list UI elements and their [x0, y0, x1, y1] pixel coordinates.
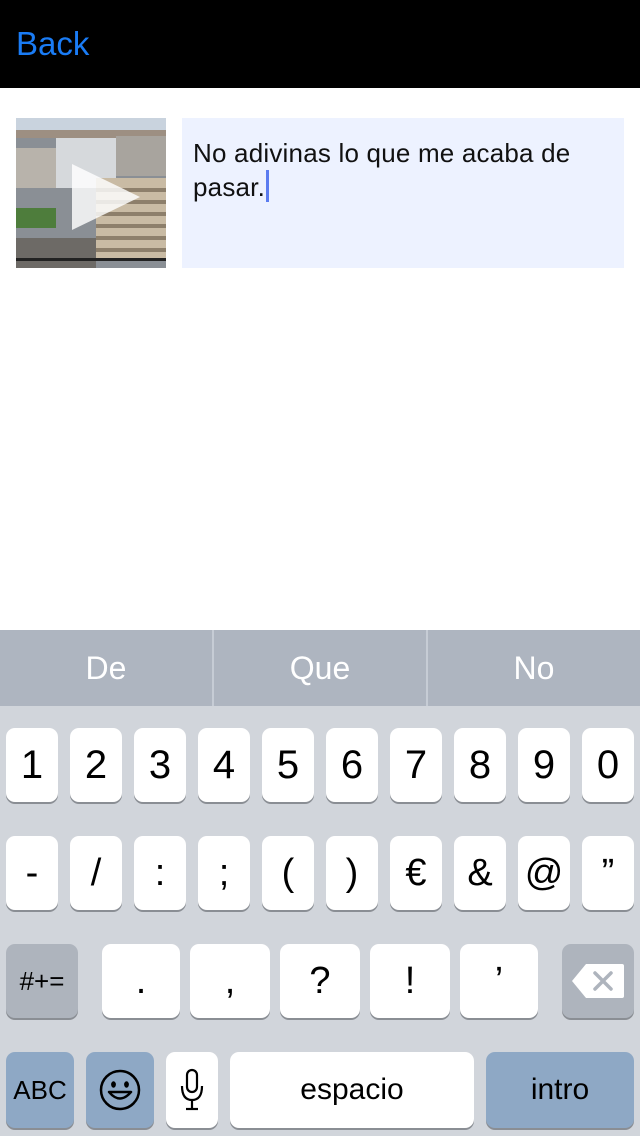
keyboard: De Que No 1 2 3 4 5 6 7 8 9 0 - / : ; ( … [0, 630, 640, 1136]
suggestion-bar: De Que No [0, 630, 640, 706]
suggestion-no[interactable]: No [426, 630, 640, 706]
backspace-key[interactable] [562, 944, 634, 1018]
key-2[interactable]: 2 [70, 728, 122, 802]
key-open-paren[interactable]: ( [262, 836, 314, 910]
key-apostrophe[interactable]: ’ [460, 944, 538, 1018]
key-7[interactable]: 7 [390, 728, 442, 802]
key-9[interactable]: 9 [518, 728, 570, 802]
suggestion-que[interactable]: Que [212, 630, 426, 706]
key-3[interactable]: 3 [134, 728, 186, 802]
play-icon[interactable] [68, 162, 144, 232]
key-more-symbols[interactable]: #+= [6, 944, 78, 1018]
video-thumbnail[interactable] [16, 118, 166, 268]
dictation-key[interactable] [166, 1052, 218, 1128]
key-abc[interactable]: ABC [6, 1052, 74, 1128]
key-1[interactable]: 1 [6, 728, 58, 802]
key-question[interactable]: ? [280, 944, 360, 1018]
key-at[interactable]: @ [518, 836, 570, 910]
key-euro[interactable]: € [390, 836, 442, 910]
key-5[interactable]: 5 [262, 728, 314, 802]
key-period[interactable]: . [102, 944, 180, 1018]
emoji-key[interactable] [86, 1052, 154, 1128]
key-comma[interactable]: , [190, 944, 270, 1018]
app-screen: Back No adivinas lo que me acaba de pasa… [0, 0, 640, 1136]
key-ampersand[interactable]: & [454, 836, 506, 910]
key-hyphen[interactable]: - [6, 836, 58, 910]
key-semicolon[interactable]: ; [198, 836, 250, 910]
microphone-icon [180, 1068, 204, 1111]
key-8[interactable]: 8 [454, 728, 506, 802]
message-text: No adivinas lo que me acaba de pasar. [193, 138, 571, 202]
key-0[interactable]: 0 [582, 728, 634, 802]
key-4[interactable]: 4 [198, 728, 250, 802]
emoji-icon [99, 1069, 141, 1111]
key-6[interactable]: 6 [326, 728, 378, 802]
navigation-bar: Back [0, 0, 640, 88]
back-button[interactable]: Back [16, 24, 89, 64]
backspace-icon [572, 964, 624, 998]
return-key[interactable]: intro [486, 1052, 634, 1128]
key-quote[interactable]: ” [582, 836, 634, 910]
key-colon[interactable]: : [134, 836, 186, 910]
key-close-paren[interactable]: ) [326, 836, 378, 910]
message-input[interactable]: No adivinas lo que me acaba de pasar. [182, 118, 624, 268]
text-caret [266, 170, 270, 202]
key-slash[interactable]: / [70, 836, 122, 910]
space-key[interactable]: espacio [230, 1052, 474, 1128]
suggestion-de[interactable]: De [0, 630, 212, 706]
key-exclamation[interactable]: ! [370, 944, 450, 1018]
